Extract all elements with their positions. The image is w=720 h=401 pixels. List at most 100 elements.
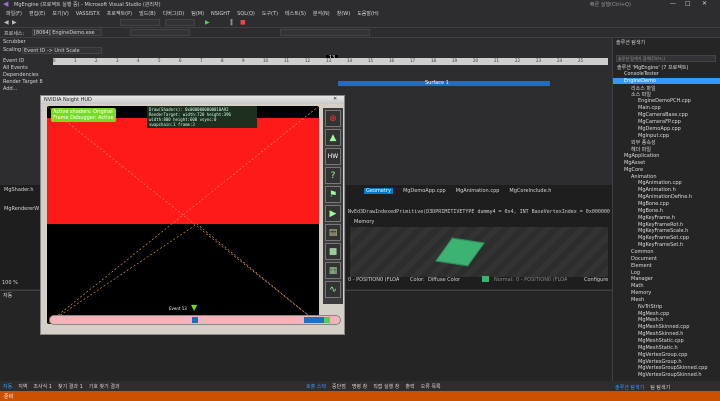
event-id[interactable]: 17 xyxy=(410,58,415,63)
menu-item[interactable]: SQL(Q) xyxy=(237,11,255,17)
hw-button[interactable]: HW xyxy=(325,148,341,165)
solution-item[interactable]: Mesh xyxy=(613,297,720,303)
solution-item[interactable]: MgVertexGroup.cpp xyxy=(613,352,720,358)
menu-item[interactable]: 편집(E) xyxy=(29,10,45,17)
panel-tab[interactable]: 출력 xyxy=(405,384,414,390)
stop-icon[interactable]: ■ xyxy=(240,19,246,26)
editor-tab[interactable]: Geometry xyxy=(364,188,393,194)
solution-item[interactable]: EngineDemoPCH.cpp xyxy=(613,98,720,104)
configure-button[interactable]: Configure xyxy=(584,277,608,283)
menu-item[interactable]: 테스트(S) xyxy=(285,10,306,17)
event-id[interactable]: 10 xyxy=(263,58,268,63)
solution-item[interactable]: MgApplication xyxy=(613,153,720,159)
event-id[interactable]: 18 xyxy=(431,58,436,63)
menu-item[interactable]: 분석(N) xyxy=(313,10,330,17)
pause-icon[interactable]: ‖ xyxy=(230,19,233,26)
solution-item[interactable]: MgKeyFrameSet.h xyxy=(613,242,720,248)
event-id[interactable]: 24 xyxy=(557,58,562,63)
solution-item[interactable]: MgBone.cpp xyxy=(613,201,720,207)
cube-icon[interactable]: ■ xyxy=(325,243,341,260)
footer-position[interactable]: 0 - POSITION0 (FLOA xyxy=(348,277,399,283)
solution-item[interactable]: Manager xyxy=(613,276,720,282)
solution-item[interactable]: Memory xyxy=(613,290,720,296)
solution-item[interactable]: 헤더 파일 xyxy=(613,146,720,152)
event-id[interactable]: 20 xyxy=(473,58,478,63)
event-id[interactable]: 15 xyxy=(368,58,373,63)
event-id[interactable]: 1 xyxy=(74,58,77,63)
solution-item[interactable]: MgMeshSkinned.cpp xyxy=(613,324,720,330)
event-id[interactable]: 13 xyxy=(326,58,331,63)
platform-dropdown[interactable] xyxy=(165,19,195,26)
scaling-dropdown[interactable]: Event ID -> Unit Scale xyxy=(22,47,102,54)
solution-item[interactable]: MgMeshStatic.cpp xyxy=(613,338,720,344)
solution-item[interactable]: EngineDemo xyxy=(613,77,720,84)
solution-item[interactable]: 소스 파일 xyxy=(613,91,720,97)
scrubber-row-label[interactable]: Event ID xyxy=(3,58,24,64)
quick-launch[interactable]: 빠른 실행(Ctrl+Q) xyxy=(590,1,631,8)
solution-item[interactable]: MgVertexGroupSkinned.h xyxy=(613,372,720,378)
process-dropdown[interactable]: [8064] EngineDemo.exe xyxy=(32,29,102,36)
thread-dropdown[interactable] xyxy=(130,29,190,36)
scrubber-row-label[interactable]: Render Target 8 xyxy=(3,79,43,85)
footer-normal-value[interactable]: 0 - POSITION0 (FLOA xyxy=(516,277,567,283)
solution-item[interactable]: Common xyxy=(613,249,720,255)
solution-item[interactable]: MgDemoApp.cpp xyxy=(613,126,720,132)
hud-close-icon[interactable]: ✕ xyxy=(333,96,337,102)
menu-item[interactable]: VASSISTX xyxy=(76,11,100,17)
stack-dropdown[interactable] xyxy=(280,29,370,36)
solution-item[interactable]: MgVertexGroupSkinned.cpp xyxy=(613,365,720,371)
color-swatch[interactable] xyxy=(482,276,489,282)
event-id[interactable]: 5 xyxy=(158,58,161,63)
solution-item[interactable]: MgInput.cpp xyxy=(613,133,720,139)
panel-tab[interactable]: 직접 실행 창 xyxy=(373,384,399,390)
event-id[interactable]: 14 xyxy=(347,58,352,63)
solution-item[interactable]: MgBone.h xyxy=(613,208,720,214)
menu-item[interactable]: 도구(T) xyxy=(262,10,278,17)
event-row[interactable]: 0 1 2 3 4 5 6 7 8 9 10 11 12 13 14 15 16 17 18 19 20 21 22 23 24… xyxy=(53,58,608,65)
solution-item[interactable]: Main.cpp xyxy=(613,105,720,111)
menu-item[interactable]: 보기(V) xyxy=(52,10,69,17)
solution-item[interactable]: MgAsset xyxy=(613,160,720,166)
solution-item[interactable]: ConsoleTester xyxy=(613,71,720,77)
menu-item[interactable]: 팀(M) xyxy=(191,10,204,17)
scrubber-row-label[interactable]: Add... xyxy=(3,86,17,92)
solution-item[interactable]: MgMesh.h xyxy=(613,317,720,323)
solution-item[interactable]: MgKeyFrameRot.h xyxy=(613,222,720,228)
event-id[interactable]: 9 xyxy=(242,58,245,63)
solution-item[interactable]: MgKeyFrameSet.cpp xyxy=(613,235,720,241)
panel-tab[interactable]: 호출 스택 xyxy=(306,384,326,390)
solution-item[interactable]: MgMesh.cpp xyxy=(613,311,720,317)
event-id[interactable]: 25 xyxy=(578,58,583,63)
event-id[interactable]: 11 xyxy=(284,58,289,63)
solution-item[interactable]: MgAnimation.h xyxy=(613,187,720,193)
minimize-icon[interactable]: — xyxy=(670,0,676,7)
event-id[interactable]: 4 xyxy=(137,58,140,63)
event-pointer-icon[interactable]: ▼ xyxy=(191,303,197,312)
editor-tab[interactable]: MgCoreInclude.h xyxy=(509,188,551,194)
zoom-level[interactable]: 100 % xyxy=(2,280,18,286)
event-id[interactable]: 7 xyxy=(200,58,203,63)
scrubber-row-label[interactable]: All Events xyxy=(3,65,28,71)
panel-tab[interactable]: 기호 찾기 결과 xyxy=(89,384,120,390)
event-id[interactable]: 23 xyxy=(536,58,541,63)
solution-item[interactable]: 리소스 파일 xyxy=(613,85,720,91)
panel-tab[interactable]: 찾기 결과 1 xyxy=(58,384,83,390)
event-id[interactable]: 2 xyxy=(95,58,98,63)
solution-item[interactable]: MgVertexGroup.h xyxy=(613,359,720,365)
solution-item[interactable]: MgCameraBase.cpp xyxy=(613,112,720,118)
solution-item[interactable]: 솔루션 'MgEngine' (7 프로젝트) xyxy=(613,64,720,70)
solution-search[interactable]: 솔루션 탐색기 검색(Ctrl+;) xyxy=(616,55,716,62)
pointer-icon[interactable]: ▲ xyxy=(325,129,341,146)
event-id[interactable]: 19 xyxy=(452,58,457,63)
solution-item[interactable]: MgCore xyxy=(613,167,720,173)
solution-item[interactable]: 외부 종속성 xyxy=(613,139,720,145)
play-icon[interactable]: ▶ xyxy=(325,205,341,222)
left-editor-tab2[interactable]: MgRendererW xyxy=(4,206,39,212)
solution-item[interactable]: MgMeshSkinned.h xyxy=(613,331,720,337)
panel-tab[interactable]: 자동 xyxy=(3,384,12,390)
panel-tab[interactable]: 명령 창 xyxy=(352,384,367,390)
editor-tab[interactable]: MgDemoApp.cpp xyxy=(403,188,446,194)
solution-item[interactable]: Element xyxy=(613,263,720,269)
hud-close-button[interactable]: ⊗ xyxy=(325,110,341,127)
wave-icon[interactable]: ∿ xyxy=(325,281,341,298)
